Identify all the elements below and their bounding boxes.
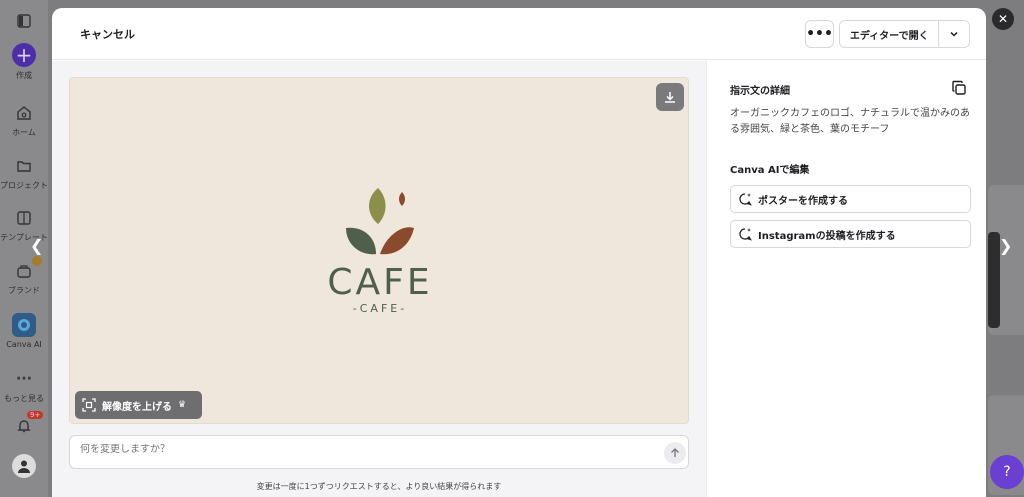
logo-main-text: CAFE <box>327 262 433 303</box>
sidebar-item-more[interactable]: ··· もっと見る <box>0 368 48 404</box>
create-poster-button[interactable]: ポスターを作成する <box>730 185 971 213</box>
copy-prompt-button[interactable] <box>951 80 967 96</box>
create-instagram-post-button[interactable]: Instagramの投稿を作成する <box>730 220 971 248</box>
template-icon <box>13 207 35 229</box>
logo-sub-text: -CAFE- <box>352 302 408 315</box>
preview-pane: CAFE -CAFE- 解像度を上げる ♛ 変更は一度に1つずつリクエストすると… <box>52 61 706 497</box>
chat-sparkle-icon <box>739 228 752 241</box>
leaf-icon <box>346 188 414 255</box>
upscale-button[interactable]: 解像度を上げる ♛ <box>75 391 202 419</box>
help-button[interactable]: ? <box>990 455 1024 489</box>
more-dots-icon: ••• <box>806 26 833 42</box>
result-modal: キャンセル ••• エディターで開く CAFE -CAFE- 解像度を上げる ♛… <box>52 8 986 497</box>
question-icon: ? <box>1003 464 1011 480</box>
upscale-icon <box>82 398 96 412</box>
prompt-details-title: 指示文の詳細 <box>730 86 790 97</box>
copy-icon <box>952 80 966 95</box>
sidebar-item-home[interactable]: ホーム <box>0 102 48 138</box>
prompt-text: オーガニックカフェのロゴ、ナチュラルで温かみのある雰囲気、緑と茶色、葉のモチーフ <box>730 108 970 135</box>
chat-sparkle-icon <box>739 193 752 206</box>
open-editor-group: エディターで開く <box>839 20 970 48</box>
avatar[interactable] <box>0 454 48 478</box>
edit-request-box <box>69 435 689 469</box>
more-options-button[interactable]: ••• <box>805 20 834 48</box>
close-icon: ✕ <box>997 12 1009 26</box>
sidebar-item-label: 作成 <box>16 71 32 80</box>
sidebar-toggle[interactable] <box>0 10 48 32</box>
download-button[interactable] <box>656 83 684 111</box>
canva-ai-edit-title: Canva AIで編集 <box>730 165 810 176</box>
open-editor-dropdown[interactable] <box>939 21 969 47</box>
action-label: ポスターを作成する <box>758 195 848 207</box>
panel-icon <box>13 10 35 32</box>
details-panel: 指示文の詳細 オーガニックカフェのロゴ、ナチュラルで温かみのある雰囲気、緑と茶色… <box>706 61 986 497</box>
sidebar-item-label: もっと見る <box>4 394 44 403</box>
sidebar-item-brand[interactable]: ブランド <box>0 260 48 296</box>
crown-icon: ♛ <box>178 400 187 410</box>
sidebar-item-canva-ai[interactable]: Canva AI <box>0 313 48 349</box>
sidebar-item-label: プロジェクト <box>0 181 48 190</box>
request-hint: 変更は一度に1つずつリクエストすると、より良い結果が得られます <box>256 482 502 491</box>
plus-icon: + <box>12 43 36 67</box>
close-modal-button[interactable]: ✕ <box>992 8 1014 30</box>
arrow-up-icon <box>671 448 679 457</box>
more-dots-icon: ··· <box>16 371 32 387</box>
open-in-editor-button[interactable]: エディターで開く <box>840 21 940 47</box>
cancel-button[interactable]: キャンセル <box>80 26 135 42</box>
previous-arrow-icon[interactable]: ❮ <box>30 236 43 255</box>
edit-request-input[interactable] <box>80 444 640 455</box>
sidebar-item-projects[interactable]: プロジェクト <box>0 155 48 191</box>
sidebar-item-label: ブランド <box>8 286 40 295</box>
home-icon <box>13 102 35 124</box>
canva-ai-icon <box>12 313 36 337</box>
download-icon <box>665 92 675 103</box>
action-label: Instagramの投稿を作成する <box>758 230 896 242</box>
send-button[interactable] <box>664 442 686 464</box>
next-arrow-icon[interactable]: ❯ <box>999 236 1012 255</box>
sidebar-item-create[interactable]: + 作成 <box>0 43 48 81</box>
user-icon <box>12 454 36 478</box>
folder-icon <box>13 155 35 177</box>
modal-header: キャンセル ••• エディターで開く <box>52 8 986 60</box>
cafe-logo: CAFE -CAFE- <box>322 184 438 324</box>
sidebar-item-label: ホーム <box>12 128 36 137</box>
chevron-down-icon <box>950 31 958 37</box>
upscale-label: 解像度を上げる <box>102 401 172 413</box>
notification-count: 9+ <box>27 411 44 419</box>
sidebar-item-label: Canva AI <box>6 340 42 349</box>
generated-image[interactable]: CAFE -CAFE- 解像度を上げる ♛ <box>69 77 689 424</box>
premium-badge <box>32 256 42 266</box>
